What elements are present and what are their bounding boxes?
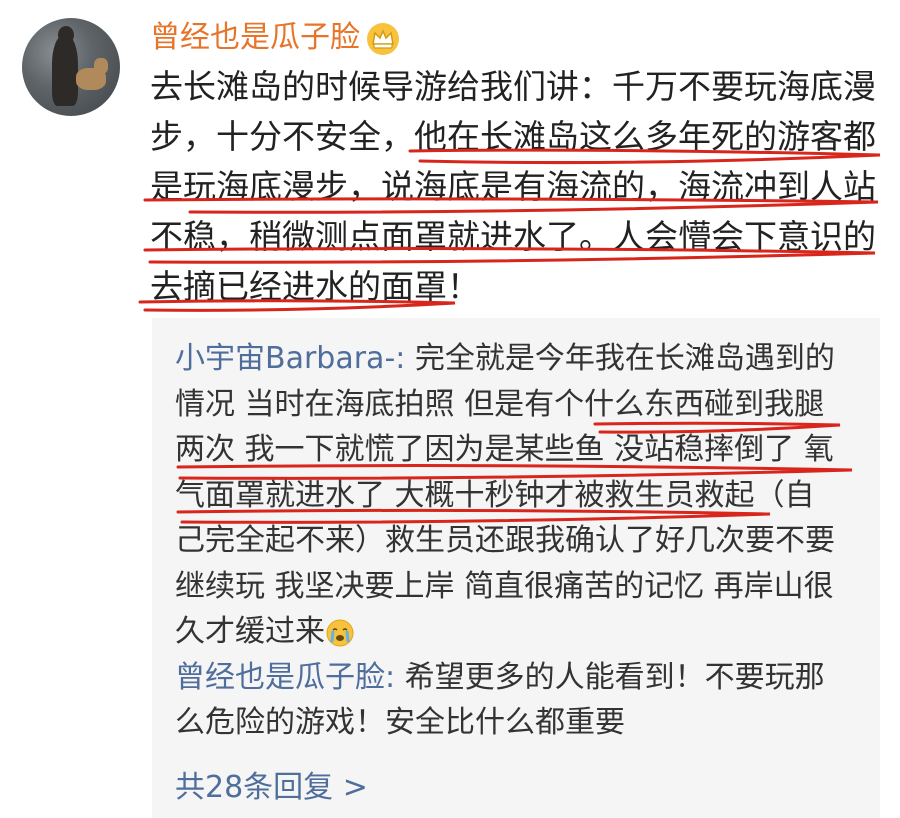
post-line: 去长滩岛的时候导游给我们讲：千万不要玩海底漫	[150, 67, 876, 106]
reply-line: 么危险的游戏！安全比什么都重要	[175, 705, 625, 740]
reply-line: 己完全起不来）救生员还跟我确认了好几次要不要	[175, 523, 835, 558]
reply-line: 继续玩 我坚决要上岸 简直很痛苦的记忆 再岸山很	[175, 568, 834, 604]
reply-separator: :	[395, 341, 406, 376]
reply-line: 完全就是今年我在长滩岛遇到的	[405, 341, 835, 376]
post-line: 去摘已经进水的面罩！	[150, 267, 480, 306]
reply-item: 曾经也是瓜子脸: 希望更多的人能看到！不要玩那	[175, 655, 875, 701]
reply-line: 情况 当时在海底拍照 但是有个什么东西碰到我腿	[175, 386, 825, 422]
avatar[interactable]	[22, 18, 120, 116]
reply-line: 气面罩就进水了 大概十秒钟才被救生员救起（自	[175, 477, 815, 513]
post-line: 不稳，稍微测点面罩就进水了。人会懵会下意识的	[150, 217, 876, 256]
reply-separator: :	[385, 659, 396, 695]
post-username-label: 曾经也是瓜子脸	[150, 20, 360, 55]
crown-icon	[367, 22, 399, 55]
crying-face-icon	[326, 619, 354, 646]
post-line: 步，十分不安全，他在长滩岛这么多年死的游客都	[150, 117, 876, 156]
reply-item: 小宇宙Barbara-: 完全就是今年我在长滩岛遇到的	[175, 336, 875, 382]
post-line: 是玩海底漫步，说海底是有海流的，海流冲到人站	[150, 167, 876, 206]
reply-author: 小宇宙Barbara-	[175, 341, 396, 376]
reply-line: 希望更多的人能看到！不要玩那	[395, 659, 825, 695]
reply-author-link[interactable]: 曾经也是瓜子脸:	[175, 660, 395, 695]
reply-line: 久才缓过来	[175, 614, 325, 649]
reply-item-end: 久才缓过来	[175, 609, 875, 655]
post-username[interactable]: 曾经也是瓜子脸	[150, 18, 400, 58]
reply-line: 两次 我一下就慌了因为是某些鱼 没站稳摔倒了 氧	[175, 432, 834, 467]
reply-author: 曾经也是瓜子脸	[175, 659, 385, 695]
more-replies-link[interactable]: 共28条回复 >	[175, 768, 368, 808]
reply-list: 小宇宙Barbara-: 完全就是今年我在长滩岛遇到的 情况 当时在海底拍照 但…	[175, 336, 875, 746]
reply-author-link[interactable]: 小宇宙Barbara-:	[175, 341, 405, 376]
post-body: 去长滩岛的时候导游给我们讲：千万不要玩海底漫 步，十分不安全，他在长滩岛这么多年…	[150, 62, 890, 312]
